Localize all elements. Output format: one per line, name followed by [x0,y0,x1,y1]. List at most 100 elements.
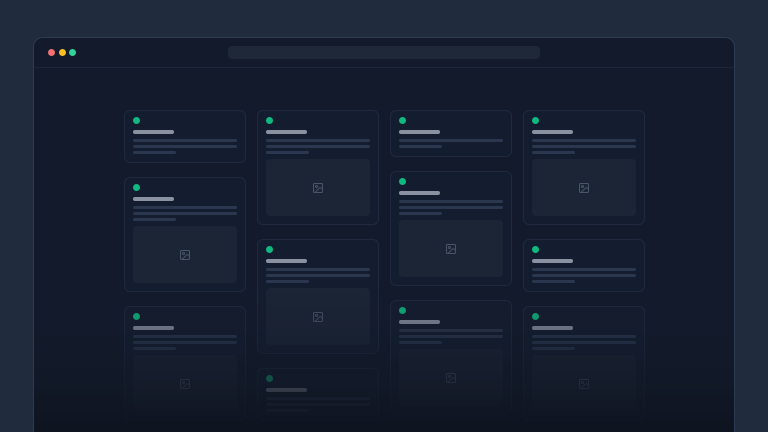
username-placeholder [266,259,308,263]
username-placeholder [399,191,441,195]
traffic-lights [48,49,76,56]
avatar-status-dot [532,246,539,253]
text-line-placeholder [266,145,370,149]
text-line-placeholder [399,335,503,339]
image-icon [445,243,457,255]
avatar-status-dot [133,313,140,320]
image-post-card[interactable] [523,110,645,225]
text-line-placeholder [532,268,636,272]
browser-titlebar [34,38,734,68]
text-line-placeholder [399,145,443,149]
text-line-placeholder [266,403,370,407]
browser-window [33,37,735,432]
image-icon [312,311,324,323]
image-icon [312,182,324,194]
traffic-light-minimize-icon[interactable] [59,49,66,56]
text-post-card[interactable] [124,110,246,163]
card-grid [34,68,734,421]
image-post-card[interactable] [124,177,246,292]
text-line-placeholder [133,335,237,339]
text-line-placeholder [133,139,237,143]
avatar-status-dot [133,184,140,191]
text-line-placeholder [399,212,443,216]
feed-content [34,68,734,432]
text-line-placeholder [266,268,370,272]
image-icon [179,249,191,261]
text-line-placeholder [266,397,370,401]
text-line-placeholder [399,200,503,204]
avatar-status-dot [399,117,406,124]
avatar-status-dot [399,307,406,314]
text-line-placeholder [532,280,576,284]
text-line-placeholder [133,218,177,222]
image-post-card[interactable] [390,171,512,286]
feed-column-3 [390,110,512,421]
text-line-placeholder [133,341,237,345]
address-bar[interactable] [228,46,540,59]
text-post-card[interactable] [390,110,512,157]
username-placeholder [532,130,574,134]
text-post-card[interactable] [257,368,379,421]
text-line-placeholder [133,145,237,149]
image-icon [578,182,590,194]
image-placeholder [266,288,370,345]
avatar-status-dot [532,117,539,124]
traffic-light-zoom-icon[interactable] [69,49,76,56]
username-placeholder [266,130,308,134]
image-placeholder [133,226,237,283]
image-placeholder [532,159,636,216]
avatar-status-dot [399,178,406,185]
text-line-placeholder [133,206,237,210]
feed-column-1 [124,110,246,421]
text-line-placeholder [266,151,310,155]
username-placeholder [399,320,441,324]
text-line-placeholder [266,274,370,278]
image-icon [179,378,191,390]
image-icon [445,372,457,384]
avatar-status-dot [266,117,273,124]
image-placeholder [399,349,503,406]
username-placeholder [133,326,175,330]
image-post-card[interactable] [257,110,379,225]
text-line-placeholder [532,139,636,143]
avatar-status-dot [532,313,539,320]
text-line-placeholder [532,151,576,155]
username-placeholder [532,326,574,330]
text-line-placeholder [266,139,370,143]
username-placeholder [133,130,175,134]
text-line-placeholder [399,206,503,210]
text-line-placeholder [133,212,237,216]
image-placeholder [399,220,503,277]
image-icon [578,378,590,390]
traffic-light-close-icon[interactable] [48,49,55,56]
text-line-placeholder [399,139,503,143]
username-placeholder [266,388,308,392]
image-placeholder [133,355,237,412]
avatar-status-dot [266,246,273,253]
text-line-placeholder [133,347,177,351]
text-line-placeholder [532,145,636,149]
username-placeholder [133,197,175,201]
image-post-card[interactable] [390,300,512,415]
text-line-placeholder [399,329,503,333]
image-post-card[interactable] [523,306,645,421]
image-post-card[interactable] [124,306,246,421]
avatar-status-dot [133,117,140,124]
text-line-placeholder [133,151,177,155]
image-placeholder [532,355,636,412]
image-post-card[interactable] [257,239,379,354]
text-line-placeholder [266,409,310,413]
text-line-placeholder [266,280,310,284]
text-post-card[interactable] [523,239,645,292]
desktop-background [0,0,768,432]
username-placeholder [532,259,574,263]
feed-column-4 [523,110,645,421]
image-placeholder [266,159,370,216]
feed-column-2 [257,110,379,421]
text-line-placeholder [532,341,636,345]
text-line-placeholder [532,347,576,351]
text-line-placeholder [399,341,443,345]
text-line-placeholder [532,274,636,278]
text-line-placeholder [532,335,636,339]
username-placeholder [399,130,441,134]
